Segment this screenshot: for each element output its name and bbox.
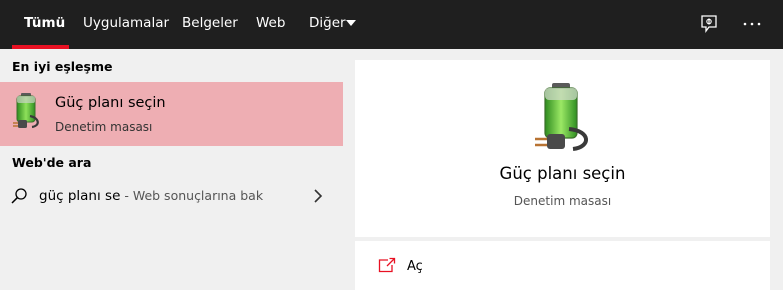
- more-options-icon[interactable]: [740, 12, 764, 36]
- tab-web[interactable]: Web: [256, 0, 285, 49]
- tab-apps[interactable]: Uygulamalar: [83, 0, 169, 49]
- open-action-label: Aç: [407, 259, 423, 274]
- preview-card: Güç planı seçin Denetim masası: [355, 60, 770, 237]
- best-match-header: En iyi eşleşme: [12, 59, 113, 74]
- web-search-header: Web'de ara: [12, 155, 92, 170]
- feedback-icon[interactable]: [697, 12, 721, 36]
- search-icon: [11, 188, 27, 204]
- web-search-text: güç planı se - Web sonuçlarına bak: [39, 188, 263, 204]
- tab-more[interactable]: Diğer: [309, 0, 346, 49]
- battery-power-icon: [13, 93, 39, 129]
- web-search-hint: - Web sonuçlarına bak: [120, 188, 264, 203]
- top-bar: Tümü Uygulamalar Belgeler Web Diğer: [0, 0, 783, 49]
- open-icon: [378, 257, 396, 273]
- best-match-title: Güç planı seçin: [55, 95, 166, 111]
- web-search-result[interactable]: güç planı se - Web sonuçlarına bak: [0, 180, 343, 212]
- results-pane: En iyi eşleşme Güç planı seçin Denetim m…: [0, 49, 343, 290]
- preview-pane: Güç planı seçin Denetim masası Aç: [343, 49, 783, 290]
- open-action[interactable]: Aç: [355, 241, 770, 290]
- tab-all[interactable]: Tümü: [24, 0, 65, 49]
- battery-power-icon: [535, 83, 588, 151]
- web-search-query: güç planı se: [39, 188, 121, 204]
- tab-documents[interactable]: Belgeler: [182, 0, 238, 49]
- best-match-item[interactable]: Güç planı seçin Denetim masası: [0, 82, 343, 146]
- preview-title: Güç planı seçin: [499, 164, 626, 183]
- chevron-down-icon[interactable]: [346, 20, 356, 26]
- preview-subtitle: Denetim masası: [513, 194, 612, 208]
- chevron-right-icon[interactable]: [311, 187, 325, 205]
- best-match-subtitle: Denetim masası: [55, 120, 153, 134]
